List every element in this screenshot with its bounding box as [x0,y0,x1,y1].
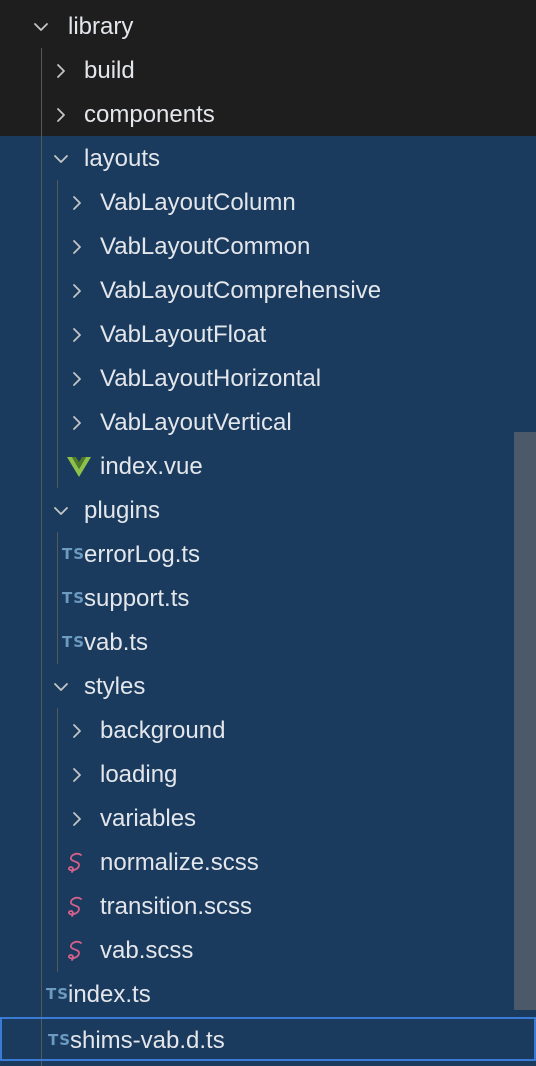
tree-item-label: library [68,13,134,40]
tree-folder-vablayoutcolumn[interactable]: VabLayoutColumn [0,181,536,225]
chevron-right-icon[interactable] [66,280,88,302]
tree-item-label: VabLayoutCommon [100,233,311,260]
chevron-down-icon[interactable] [50,500,72,522]
tree-folder-vablayoutcommon[interactable]: VabLayoutCommon [0,225,536,269]
tree-item-label: background [100,717,226,744]
tree-item-label: VabLayoutColumn [100,189,296,216]
tree-folder-vablayoutvertical[interactable]: VabLayoutVertical [0,401,536,445]
scss-file-icon [64,851,90,875]
tree-item-label: styles [84,673,146,700]
chevron-right-icon[interactable] [66,368,88,390]
chevron-right-icon[interactable] [66,192,88,214]
chevron-down-icon[interactable] [30,16,52,38]
tree-item-label: layouts [84,145,161,172]
chevron-right-icon[interactable] [66,412,88,434]
tree-folder-build[interactable]: build [0,49,536,93]
chevron-right-icon[interactable] [66,236,88,258]
chevron-right-icon[interactable] [66,764,88,786]
tree-file-support-ts[interactable]: TS support.ts [0,577,536,621]
tree-item-label: variables [100,805,197,832]
tree-file-vab-scss[interactable]: vab.scss [0,929,536,973]
chevron-right-icon[interactable] [50,104,72,126]
tree-file-transition-scss[interactable]: transition.scss [0,885,536,929]
tree-folder-vablayoutfloat[interactable]: VabLayoutFloat [0,313,536,357]
tree-folder-background[interactable]: background [0,709,536,753]
tree-folder-vablayouthorizontal[interactable]: VabLayoutHorizontal [0,357,536,401]
tree-item-label: build [84,57,135,84]
tree-item-label: plugins [84,497,161,524]
vertical-scrollbar[interactable] [514,432,536,1010]
tree-file-vab-ts[interactable]: TS vab.ts [0,621,536,665]
tree-item-label: transition.scss [100,893,253,920]
tree-file-normalize-scss[interactable]: normalize.scss [0,841,536,885]
tree-item-label: support.ts [84,585,190,612]
chevron-down-icon[interactable] [50,676,72,698]
tree-folder-components[interactable]: components [0,93,536,137]
chevron-right-icon[interactable] [66,720,88,742]
tree-file-index-ts[interactable]: TS index.ts [0,973,536,1017]
tree-item-label: VabLayoutFloat [100,321,267,348]
tree-file-index-vue[interactable]: index.vue [0,445,536,489]
tree-item-label: VabLayoutComprehensive [100,277,382,304]
chevron-right-icon[interactable] [66,808,88,830]
chevron-right-icon[interactable] [66,324,88,346]
tree-item-label: index.vue [100,453,203,480]
tree-folder-library[interactable]: library [0,5,536,49]
tree-folder-styles[interactable]: styles [0,665,536,709]
tree-file-shims-vab-d-ts[interactable]: TS shims-vab.d.ts [0,1017,536,1061]
tree-folder-plugins[interactable]: plugins [0,489,536,533]
tree-folder-layouts[interactable]: layouts [0,137,536,181]
tree-folder-loading[interactable]: loading [0,753,536,797]
tree-item-label: VabLayoutVertical [100,409,292,436]
tree-item-label: VabLayoutHorizontal [100,365,322,392]
scss-file-icon [64,895,90,919]
tree-item-label: vab.ts [84,629,149,656]
tree-item-label: normalize.scss [100,849,259,876]
tree-folder-vablayoutcomprehensive[interactable]: VabLayoutComprehensive [0,269,536,313]
tree-item-label: vab.scss [100,937,194,964]
chevron-down-icon[interactable] [50,148,72,170]
tree-item-label: components [84,101,215,128]
chevron-right-icon[interactable] [50,60,72,82]
tree-item-label: index.ts [68,981,151,1008]
tree-folder-variables[interactable]: variables [0,797,536,841]
scss-file-icon [64,939,90,963]
tree-file-errorlog-ts[interactable]: TS errorLog.ts [0,533,536,577]
vue-file-icon [66,455,92,479]
tree-item-label: shims-vab.d.ts [70,1027,225,1054]
tree-item-label: errorLog.ts [84,541,201,568]
tree-item-label: loading [100,761,178,788]
explorer-tree: library build components layouts VabLayoutCo… [0,0,536,1066]
